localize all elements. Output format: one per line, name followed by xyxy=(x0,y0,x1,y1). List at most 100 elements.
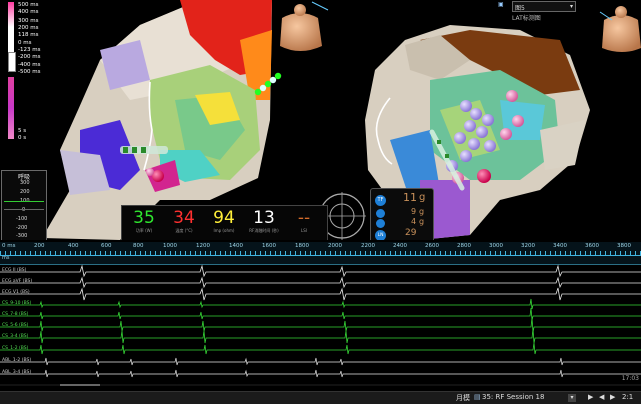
timeline-tick: 600 xyxy=(101,243,112,249)
channel-label[interactable]: CS_7-8 (BS) xyxy=(2,312,28,317)
force-angle-value: 29 xyxy=(405,228,417,238)
channel-label[interactable]: ECG II (BS) xyxy=(2,268,26,273)
map-visibility-icon[interactable]: ▣ xyxy=(498,1,504,8)
cs-7-8-trace xyxy=(0,307,641,321)
timeline-ruler[interactable]: ms 0 ms 200 400 600 800 1000 1200 1400 1… xyxy=(0,242,641,265)
lat-scale-window[interactable] xyxy=(8,52,16,72)
lsi-value: -- xyxy=(297,208,311,228)
cs-9-10-trace xyxy=(0,298,641,310)
respiration-baseline xyxy=(4,209,44,210)
lat-scale-upper xyxy=(8,2,14,52)
timeline-tick: 800 xyxy=(133,243,144,249)
temperature-label: 温度 (°C) xyxy=(175,228,193,233)
axial-force-value: 9 xyxy=(411,207,417,216)
ecg-avf-trace xyxy=(0,276,641,289)
timeline-tick: 3000 xyxy=(489,243,503,249)
power-label: 功率 (W) xyxy=(135,228,153,233)
ln-badge[interactable]: LN xyxy=(375,230,386,240)
channel-label[interactable]: CS_9-10 (BS) xyxy=(2,301,31,306)
session-name[interactable]: 35: RF Session 18 xyxy=(482,393,544,401)
timeline-tick: 3600 xyxy=(585,243,599,249)
rf-time-label: RF消融时间 (秒) xyxy=(249,228,279,233)
timeline-tick: 2600 xyxy=(425,243,439,249)
force-unit: g xyxy=(419,192,426,203)
play-icon[interactable]: ▶ xyxy=(588,393,593,401)
respiration-tick: 0 xyxy=(22,207,26,213)
lat-scale-label: 0 s xyxy=(18,135,27,141)
cs-1-2-trace xyxy=(0,342,641,355)
step-forward-icon[interactable]: ▶ xyxy=(610,393,615,401)
mapping-viewport[interactable]: 500 ms 400 ms 300 ms 200 ms 118 ms 0 ms … xyxy=(0,0,641,240)
ablation-metrics-panel: 35 功率 (W) 34 温度 (°C) 94 Imp (ohm) 13 RF消… xyxy=(121,205,328,240)
ecg-signal-panel[interactable]: ms 0 ms 200 400 600 800 1000 1200 1400 1… xyxy=(0,242,641,390)
lat-scale-label: 200 ms xyxy=(18,25,39,31)
channel-label[interactable]: ABL_3-4 (BS) xyxy=(2,370,31,375)
timeline-tick: 1800 xyxy=(295,243,309,249)
tf-badge[interactable]: TF xyxy=(375,195,386,206)
rf-time-value: 13 xyxy=(253,208,275,228)
respiration-trace xyxy=(4,201,44,202)
timeline-axis xyxy=(0,255,641,256)
lat-scale-label: 118 ms xyxy=(18,32,39,38)
timeline-tick: 3200 xyxy=(521,243,535,249)
mode-label[interactable]: 月模 xyxy=(456,393,470,403)
channel-label[interactable]: CS_5-6 (BS) xyxy=(2,323,28,328)
ecg-v1-trace xyxy=(0,287,641,301)
lsi-label: LSI xyxy=(301,228,307,233)
timeline-tick: 400 xyxy=(68,243,79,249)
chevron-down-icon: ▾ xyxy=(569,3,573,10)
lat-scale-label: -500 ms xyxy=(18,69,41,75)
channel-label[interactable]: ECG aVF (BS) xyxy=(2,279,32,284)
cs-5-6-trace xyxy=(0,317,641,333)
lat-scale-label: 400 ms xyxy=(18,9,39,15)
respiration-tick: 200 xyxy=(20,189,30,195)
torso-orientation-icon-left xyxy=(280,1,329,51)
map-select-dropdown[interactable]: 图5 ▾ xyxy=(512,1,576,12)
lat-scale-label: -123 ms xyxy=(18,47,41,53)
impedance-metric: 94 Imp (ohm) xyxy=(204,208,244,240)
force-unit: g xyxy=(419,217,425,226)
channel-label[interactable]: ECG V1 (BS) xyxy=(2,290,30,295)
torso-orientation-icon-right xyxy=(599,6,641,52)
respiration-tick: 300 xyxy=(20,180,30,186)
status-bar: 月模 ▤ 35: RF Session 18 ▾ ▶ ◀ ▶ 2:1 xyxy=(0,391,641,404)
timeline-tick: 2000 xyxy=(328,243,342,249)
lat-scale-label: 300 ms xyxy=(18,18,39,24)
timeline-tick: 1600 xyxy=(262,243,276,249)
timeline-ms-label: ms xyxy=(2,255,10,261)
clock-time: 17:03 xyxy=(621,375,639,382)
respiration-panel: 呼吸 300 200 100 0 -100 -200 -300 xyxy=(1,170,47,240)
lat-scale-label: -200 ms xyxy=(18,54,41,60)
rf-time-metric: 13 RF消融时间 (秒) xyxy=(244,208,284,240)
map-select-value: 图5 xyxy=(515,5,525,12)
session-dropdown-chevron-icon[interactable]: ▾ xyxy=(568,394,576,402)
lateral-force-value: 4 xyxy=(411,217,417,226)
lat-scale-label: -400 ms xyxy=(18,62,41,68)
force-unit: g xyxy=(419,207,425,216)
impedance-label: Imp (ohm) xyxy=(213,228,235,233)
step-back-icon[interactable]: ◀ xyxy=(599,393,604,401)
abl-1-2-trace xyxy=(0,357,641,366)
lat-scale-label: 0 ms xyxy=(18,40,32,46)
channel-label[interactable]: CS_3-4 (BS) xyxy=(2,334,28,339)
timeline-tick: 3800 xyxy=(617,243,631,249)
playback-speed[interactable]: 2:1 xyxy=(622,393,633,401)
respiration-tick: -200 xyxy=(16,225,28,231)
timeline-tick: 3400 xyxy=(553,243,567,249)
lat-scale-label: 500 ms xyxy=(18,2,39,8)
heart-maps-canvas[interactable] xyxy=(0,0,641,240)
egm-traces[interactable] xyxy=(0,264,641,388)
session-icon: ▤ xyxy=(474,393,481,401)
power-value: 35 xyxy=(133,208,155,228)
timeline-tick: 2400 xyxy=(393,243,407,249)
temperature-value: 34 xyxy=(173,208,195,228)
contact-force-panel: TF LN 11 g 9 g 4 g 29 xyxy=(370,188,434,240)
map-type-label: LAT标测图 xyxy=(512,15,541,22)
timeline-tick: 1400 xyxy=(229,243,243,249)
lat-color-scale[interactable]: 500 ms 400 ms 300 ms 200 ms 118 ms 0 ms … xyxy=(8,2,42,142)
timeline-tick: 0 ms xyxy=(2,243,16,249)
channel-label[interactable]: CS_1-2 (BS) xyxy=(2,346,28,351)
channel-label[interactable]: ABL_1-2 (BS) xyxy=(2,358,31,363)
timeline-tick: 200 xyxy=(34,243,45,249)
ecg-ii-trace xyxy=(0,264,641,278)
